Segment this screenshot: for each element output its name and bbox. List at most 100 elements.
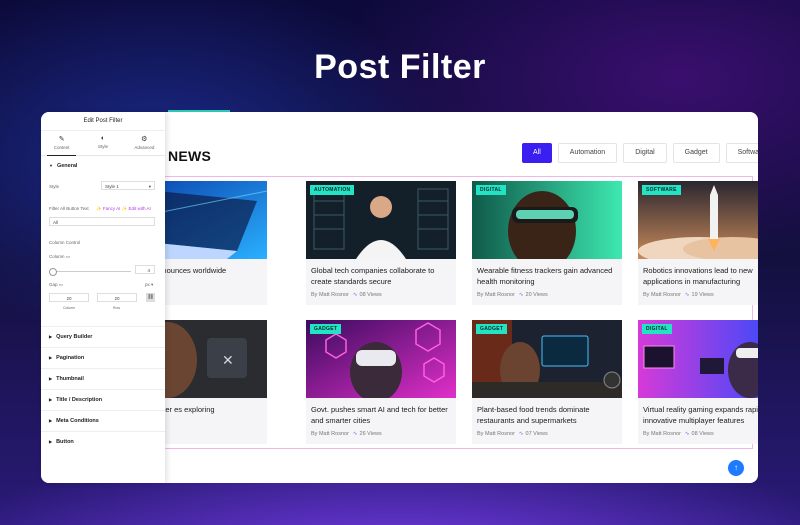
post-card[interactable]: AUTOMATION Global tech companies collabo… bbox=[306, 181, 456, 305]
svg-text:✕: ✕ bbox=[222, 353, 234, 369]
section-button[interactable]: ▶ Button bbox=[41, 431, 165, 452]
post-card[interactable]: DIGITAL Virtual reality gaming expands r… bbox=[638, 320, 758, 444]
link-icon[interactable]: ⛓ bbox=[146, 293, 155, 302]
filter-digital-button[interactable]: Digital bbox=[623, 143, 667, 163]
filter-automation-button[interactable]: Automation bbox=[557, 143, 618, 163]
style-select[interactable]: Style 1 ▾ bbox=[101, 181, 155, 190]
tab-label: Advanced bbox=[134, 145, 155, 150]
post-author[interactable]: By Matt Rosnor bbox=[643, 431, 681, 437]
post-author[interactable]: By Matt Rosnor bbox=[477, 431, 515, 437]
filter-software-button[interactable]: Software bbox=[725, 143, 758, 163]
filter-all-label: Filter All Button Text bbox=[49, 206, 89, 211]
post-title[interactable]: Plant-based food trends dominate restaur… bbox=[477, 404, 617, 426]
filter-gadget-button[interactable]: Gadget bbox=[672, 143, 720, 163]
edit-with-ai-link[interactable]: ✨ Fancy AI ✨ Edit with AI bbox=[96, 206, 151, 212]
post-card[interactable]: SOFTWARE Robotics innovations lead to ne… bbox=[638, 181, 758, 305]
section-thumbnail[interactable]: ▶ Thumbnail bbox=[41, 368, 165, 389]
section-title-description[interactable]: ▶ Title / Description bbox=[41, 389, 165, 410]
post-author[interactable]: By Matt Rosnor bbox=[643, 292, 681, 298]
gap-row-sublabel: Row bbox=[113, 306, 121, 310]
gap-label: Gap ▭ bbox=[49, 282, 63, 288]
caret-right-icon: ▶ bbox=[49, 334, 53, 339]
section-pagination[interactable]: ▶ Pagination bbox=[41, 347, 165, 368]
post-title[interactable]: Robotics innovations lead to new applica… bbox=[643, 265, 758, 287]
column-input[interactable]: 4 bbox=[135, 265, 155, 274]
post-title[interactable]: Virtual reality gaming expands rapidly w… bbox=[643, 404, 758, 426]
section-label: Thumbnail bbox=[56, 376, 84, 382]
column-slider[interactable] bbox=[51, 271, 131, 272]
tab-style[interactable]: ◐ Style bbox=[82, 131, 123, 155]
filter-all-row: Filter All Button Text ✨ Fancy AI ✨ Edit… bbox=[41, 202, 165, 216]
post-views: 08 Views bbox=[691, 431, 714, 437]
section-meta-conditions[interactable]: ▶ Meta Conditions bbox=[41, 410, 165, 431]
views-icon: ∿ bbox=[352, 431, 358, 437]
post-title[interactable]: Wearable fitness trackers gain advanced … bbox=[477, 265, 617, 287]
post-author[interactable]: By Matt Rosnor bbox=[477, 292, 515, 298]
filter-all-input[interactable]: All bbox=[49, 217, 155, 226]
category-badge[interactable]: SOFTWARE bbox=[642, 185, 681, 195]
chevron-down-icon: ▾ bbox=[148, 184, 151, 189]
category-badge[interactable]: AUTOMATION bbox=[310, 185, 355, 195]
gap-sublabels: Column Row bbox=[41, 306, 165, 314]
post-title[interactable]: Global tech companies collaborate to cre… bbox=[311, 265, 451, 287]
column-slider-handle[interactable] bbox=[49, 268, 57, 276]
contrast-icon: ◐ bbox=[100, 135, 106, 142]
caret-right-icon: ▶ bbox=[49, 355, 53, 360]
column-label-text: Column bbox=[49, 254, 65, 259]
style-row: Style Style 1 ▾ bbox=[41, 180, 165, 194]
gap-column-input[interactable]: 20 bbox=[49, 293, 89, 302]
tab-content[interactable]: ✎ Content bbox=[41, 131, 82, 156]
section-label: Title / Description bbox=[56, 397, 103, 403]
panel-title: Edit Post Filter bbox=[41, 112, 165, 131]
category-badge[interactable]: GADGET bbox=[476, 324, 508, 334]
views-icon: ∿ bbox=[518, 292, 524, 298]
column-control-row: Column Control bbox=[41, 236, 165, 250]
filter-all-input-row: All bbox=[41, 216, 165, 230]
post-meta: By Matt Rosnor ∿ 07 Views bbox=[477, 431, 548, 437]
category-badge[interactable]: GADGET bbox=[310, 324, 342, 334]
post-grid: g service announces worldwide iews AUTOM… bbox=[117, 176, 758, 449]
editor-panel: Edit Post Filter ✎ Content ◐ Style ⚙ Adv… bbox=[41, 112, 165, 483]
category-badge[interactable]: DIGITAL bbox=[476, 185, 506, 195]
post-views: 08 Views bbox=[359, 292, 382, 298]
post-card[interactable]: DIGITAL Wearable fitness trackers gain a… bbox=[472, 181, 622, 305]
caret-down-icon: ▼ bbox=[49, 163, 53, 168]
column-slider-row: 4 bbox=[41, 264, 165, 278]
category-badge[interactable]: DIGITAL bbox=[642, 324, 672, 334]
section-label: Button bbox=[56, 439, 74, 445]
section-query-builder[interactable]: ▶ Query Builder bbox=[41, 326, 165, 347]
post-views: 20 Views bbox=[525, 292, 548, 298]
arrow-up-icon: ↑ bbox=[734, 463, 738, 472]
column-label-row: Column ▭ bbox=[41, 250, 165, 264]
caret-right-icon: ▶ bbox=[49, 418, 53, 423]
post-views: 26 Views bbox=[359, 431, 382, 437]
post-author[interactable]: By Matt Rosnor bbox=[311, 292, 349, 298]
gap-row-input[interactable]: 20 bbox=[97, 293, 137, 302]
panel-tabs: ✎ Content ◐ Style ⚙ Advanced bbox=[41, 131, 165, 156]
tab-label: Style bbox=[97, 144, 108, 149]
gap-unit-select[interactable]: px ▾ bbox=[145, 282, 153, 288]
post-title[interactable]: Govt. pushes smart AI and tech for bette… bbox=[311, 404, 451, 426]
views-icon: ∿ bbox=[518, 431, 524, 437]
post-card[interactable]: GADGET Plant-based food trends dominate … bbox=[472, 320, 622, 444]
post-author[interactable]: By Matt Rosnor bbox=[311, 431, 349, 437]
section-label: Meta Conditions bbox=[56, 418, 99, 424]
post-views: 19 Views bbox=[691, 292, 714, 298]
tab-advanced[interactable]: ⚙ Advanced bbox=[124, 131, 165, 155]
column-label: Column ▭ bbox=[49, 254, 70, 260]
post-meta: By Matt Rosnor ∿ 26 Views bbox=[311, 431, 382, 437]
post-card[interactable]: GADGET Govt. pushes smart AI and tech fo… bbox=[306, 320, 456, 444]
views-icon: ∿ bbox=[352, 292, 358, 298]
scroll-top-button[interactable]: ↑ bbox=[728, 460, 744, 476]
filter-all-button[interactable]: All bbox=[522, 143, 552, 163]
section-label: General bbox=[56, 163, 78, 169]
monitor-icon: ▭ bbox=[65, 254, 71, 259]
caret-right-icon: ▶ bbox=[49, 376, 53, 381]
caret-right-icon: ▶ bbox=[49, 397, 53, 402]
style-label: Style bbox=[49, 184, 60, 189]
section-general[interactable]: ▼ General bbox=[41, 156, 165, 176]
gap-label-text: Gap bbox=[49, 282, 58, 287]
section-label: Query Builder bbox=[56, 334, 93, 340]
column-control-label: Column Control bbox=[49, 240, 81, 245]
section-label: Pagination bbox=[56, 355, 85, 361]
